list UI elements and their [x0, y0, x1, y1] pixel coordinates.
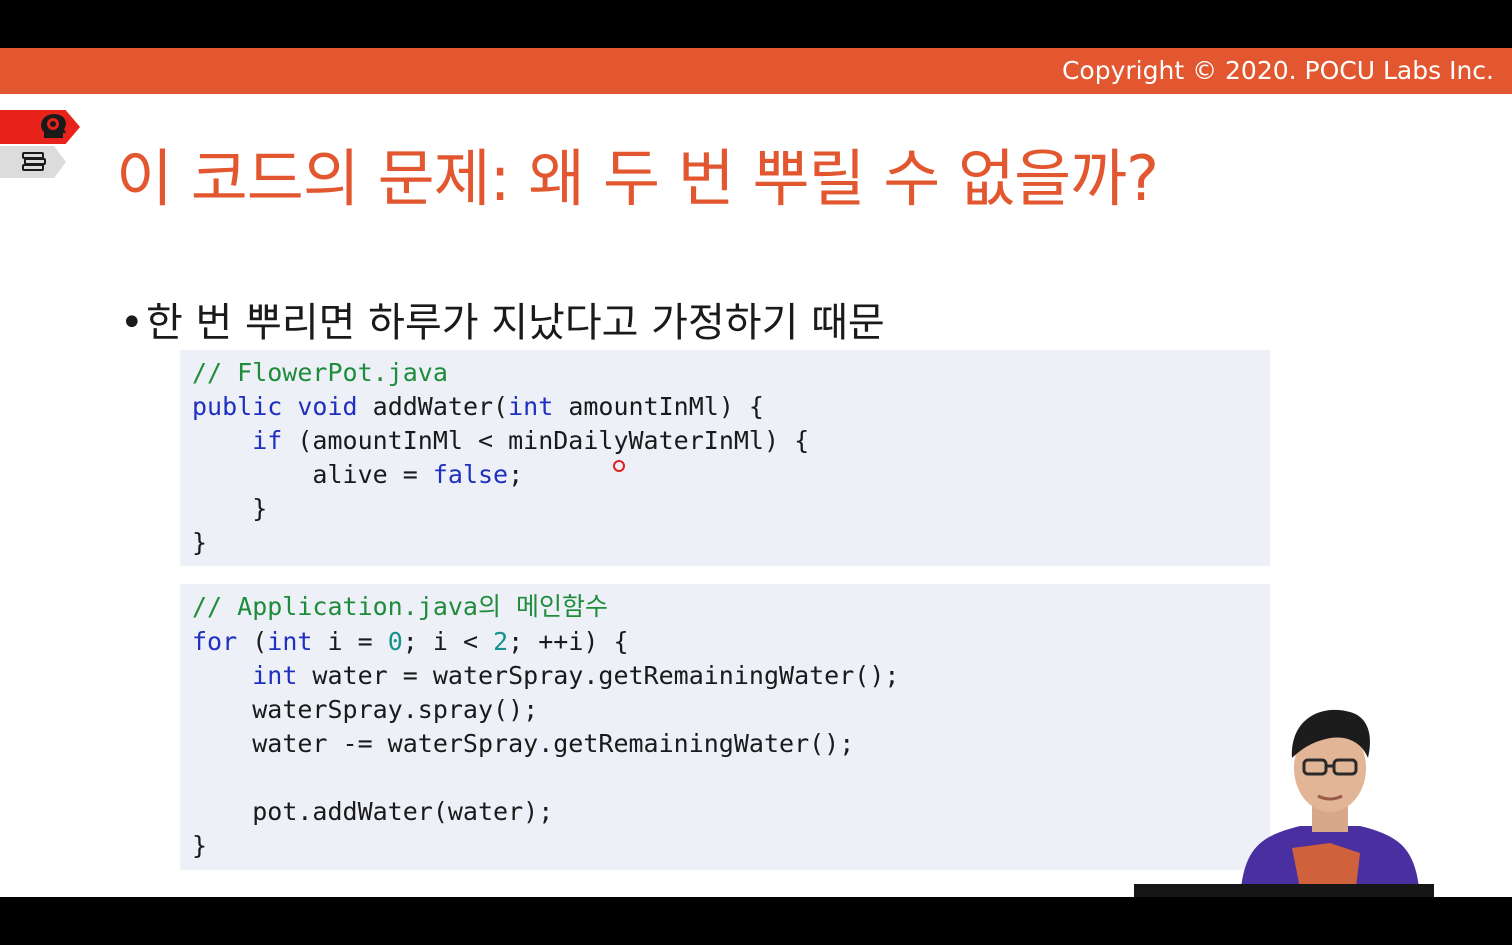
code-text: ;	[508, 460, 524, 489]
code-line: if (amountInMl < minDailyWaterInMl) {	[192, 426, 809, 456]
code-line: water -= waterSpray.getRemainingWater();	[192, 729, 854, 759]
code-line: }	[192, 528, 207, 558]
pointer-cursor	[613, 460, 625, 472]
code-line: for (int i = 0; i < 2; ++i) {	[192, 627, 629, 657]
code-text: water = waterSpray.getRemainingWater();	[297, 661, 900, 690]
code-text: (amountInMl < minDailyWaterInMl) {	[282, 426, 810, 455]
code-text: ; ++i) {	[508, 627, 629, 656]
code-keyword: int	[508, 392, 554, 421]
desk-edge	[1134, 884, 1434, 897]
video-letterbox-bottom	[0, 897, 1512, 945]
code-keyword: int	[252, 661, 298, 690]
code-text: }	[252, 494, 268, 523]
code-text: (	[237, 627, 268, 656]
code-keyword: int	[267, 627, 313, 656]
code-text: water -= waterSpray.getRemainingWater();	[252, 729, 855, 758]
code-text: waterSpray.spray();	[252, 695, 539, 724]
slide-title: 이 코드의 문제: 왜 두 번 뿌릴 수 없을까?	[116, 142, 1159, 215]
code-keyword: public	[192, 392, 283, 421]
code-comment: // FlowerPot.java	[192, 358, 448, 387]
code-block-application: // Application.java의 메인함수 for (int i = 0…	[180, 584, 1270, 870]
book-stack-icon	[22, 152, 46, 171]
code-line: // FlowerPot.java	[192, 358, 448, 388]
brain-head-icon	[41, 114, 66, 138]
code-line: pot.addWater(water);	[192, 797, 553, 827]
code-text: i =	[312, 627, 388, 656]
code-line: // Application.java의 메인함수	[192, 592, 608, 622]
code-line: public void addWater(int amountInMl) {	[192, 392, 764, 422]
code-text: pot.addWater(water);	[252, 797, 554, 826]
code-line: alive = false;	[192, 460, 523, 490]
code-block-flowerpot: // FlowerPot.java public void addWater(i…	[180, 350, 1270, 566]
code-keyword: for	[192, 627, 238, 656]
code-number: 2	[493, 627, 509, 656]
code-keyword: if	[252, 426, 283, 455]
code-line: }	[192, 494, 267, 524]
code-line: }	[192, 831, 207, 861]
presenter-video	[1240, 709, 1420, 897]
bullet-text: 한 번 뿌리면 하루가 지났다고 가정하기 때문	[146, 300, 885, 346]
code-text: }	[192, 831, 208, 860]
code-text: amountInMl) {	[553, 392, 764, 421]
copyright-text: Copyright © 2020. POCU Labs Inc.	[1061, 56, 1494, 85]
code-line: int water = waterSpray.getRemainingWater…	[192, 661, 899, 691]
bullet-marker: •	[120, 300, 144, 346]
code-text: }	[192, 528, 208, 557]
code-comment: // Application.java의 메인함수	[192, 592, 609, 621]
bullet-item: •한 번 뿌리면 하루가 지났다고 가정하기 때문	[120, 290, 885, 348]
code-text: ; i <	[402, 627, 494, 656]
code-text: alive =	[312, 460, 433, 489]
code-text: addWater(	[357, 392, 509, 421]
code-keyword: void	[297, 392, 358, 421]
video-letterbox-top	[0, 0, 1512, 48]
code-keyword: false	[432, 460, 509, 489]
code-line: waterSpray.spray();	[192, 695, 538, 725]
code-number: 0	[387, 627, 403, 656]
lecture-slide: Copyright © 2020. POCU Labs Inc. 이 코드의 문…	[0, 48, 1512, 897]
header-bar: Copyright © 2020. POCU Labs Inc.	[0, 48, 1512, 94]
